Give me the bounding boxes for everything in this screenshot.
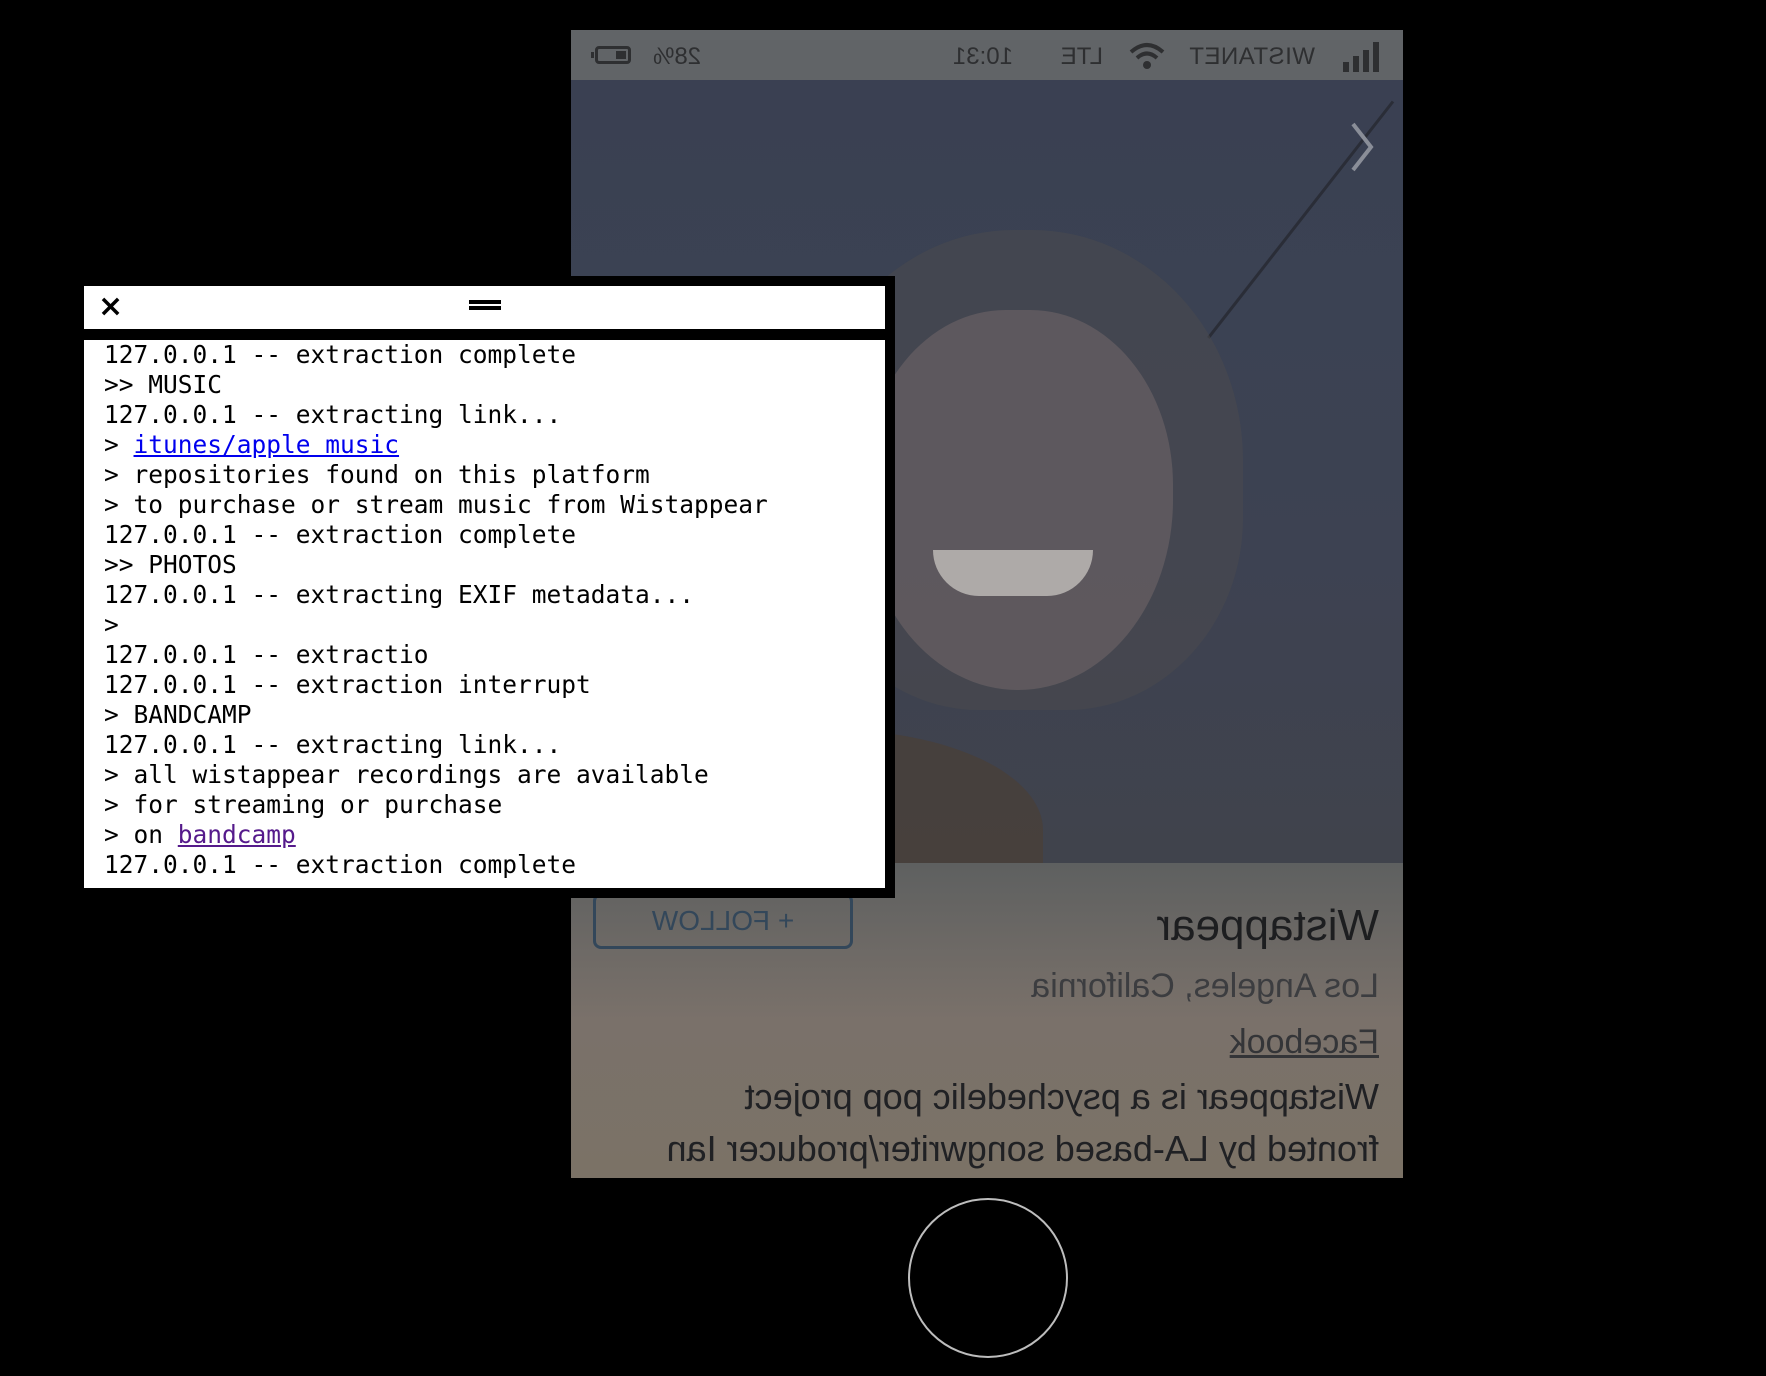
battery-percent: 28%	[653, 43, 702, 70]
signal-bars-icon	[1337, 42, 1379, 72]
terminal-text: >> PHOTOS	[104, 550, 237, 579]
status-bar: WISTANET LTE 10:31 28%	[571, 30, 1403, 80]
terminal-line: > to purchase or stream music from Wista…	[104, 490, 885, 520]
terminal-line: 127.0.0.1 -- extractio	[104, 640, 885, 670]
terminal-prompt: >	[104, 430, 134, 459]
home-button[interactable]	[908, 1198, 1068, 1358]
terminal-text: 127.0.0.1 -- extractio	[104, 640, 429, 669]
terminal-text: > all wistappear recordings are availabl…	[104, 760, 709, 789]
artist-name: Wistappear	[1156, 901, 1379, 950]
terminal-window: × 127.0.0.1 -- extraction complete >> MUS…	[75, 276, 895, 898]
battery-icon	[595, 46, 631, 64]
terminal-text: > to purchase or stream music from Wista…	[104, 490, 768, 519]
terminal-titlebar[interactable]: ×	[84, 286, 885, 329]
chevron-right-icon[interactable]	[1347, 120, 1377, 174]
clock: 10:31	[952, 43, 1013, 70]
terminal-line: 127.0.0.1 -- extraction interrupt	[104, 670, 885, 700]
terminal-line: >> MUSIC	[104, 370, 885, 400]
close-icon[interactable]: ×	[98, 292, 123, 322]
terminal-line: 127.0.0.1 -- extracting EXIF metadata...	[104, 580, 885, 610]
terminal-text: 127.0.0.1 -- extracting link...	[104, 400, 562, 429]
terminal-line: > for streaming or purchase	[104, 790, 885, 820]
terminal-text: > repositories found on this platform	[104, 460, 650, 489]
terminal-line: > repositories found on this platform	[104, 460, 885, 490]
terminal-line: > BANDCAMP	[104, 700, 885, 730]
facebook-link[interactable]: Facebook	[1230, 1023, 1379, 1062]
terminal-line: > all wistappear recordings are availabl…	[104, 760, 885, 790]
photo-detail	[863, 310, 1173, 690]
terminal-line: 127.0.0.1 -- extraction complete	[104, 520, 885, 550]
terminal-line: 127.0.0.1 -- extraction complete	[104, 340, 885, 370]
terminal-text: >	[104, 610, 119, 639]
terminal-text: 127.0.0.1 -- extraction complete	[104, 850, 577, 879]
terminal-line: > on bandcamp	[104, 820, 885, 850]
terminal-line: > itunes/apple music	[104, 430, 885, 460]
network-type: LTE	[1060, 43, 1103, 70]
terminal-prompt: > on	[104, 820, 178, 849]
terminal-text: > BANDCAMP	[104, 700, 252, 729]
terminal-line: 127.0.0.1 -- extracting link...	[104, 730, 885, 760]
terminal-text: 127.0.0.1 -- extracting link...	[104, 730, 562, 759]
terminal-text: 127.0.0.1 -- extracting EXIF metadata...	[104, 580, 695, 609]
carrier-name: WISTANET	[1188, 43, 1315, 70]
terminal-text: 127.0.0.1 -- extraction complete	[104, 520, 577, 549]
photo-detail	[933, 550, 1093, 596]
terminal-line: 127.0.0.1 -- extraction complete	[104, 850, 885, 880]
terminal-text: 127.0.0.1 -- extraction complete	[104, 340, 577, 369]
terminal-line: >	[104, 610, 885, 640]
terminal-output: 127.0.0.1 -- extraction complete >> MUSIC…	[84, 340, 885, 888]
follow-button[interactable]: + FOLLOW	[593, 893, 853, 949]
screen: WISTANET LTE 10:31 28% Wistappear Los An…	[0, 0, 1766, 1376]
drag-handle-icon[interactable]	[469, 300, 501, 310]
artist-profile: Wistappear Los Angeles, California Faceb…	[571, 863, 1403, 1178]
terminal-link[interactable]: itunes/apple music	[134, 430, 400, 459]
terminal-text: >> MUSIC	[104, 370, 223, 399]
artist-location: Los Angeles, California	[1031, 967, 1379, 1005]
terminal-text: 127.0.0.1 -- extraction interrupt	[104, 670, 591, 699]
artist-bio-line: Wistappear is a psychedelic pop project	[744, 1076, 1379, 1117]
terminal-line: >> PHOTOS	[104, 550, 885, 580]
terminal-text: > for streaming or purchase	[104, 790, 503, 819]
terminal-link[interactable]: bandcamp	[178, 820, 296, 849]
artist-bio-line: fronted by LA-based songwriter/producer …	[666, 1128, 1379, 1169]
terminal-line: 127.0.0.1 -- extracting link...	[104, 400, 885, 430]
wifi-icon	[1129, 43, 1165, 69]
